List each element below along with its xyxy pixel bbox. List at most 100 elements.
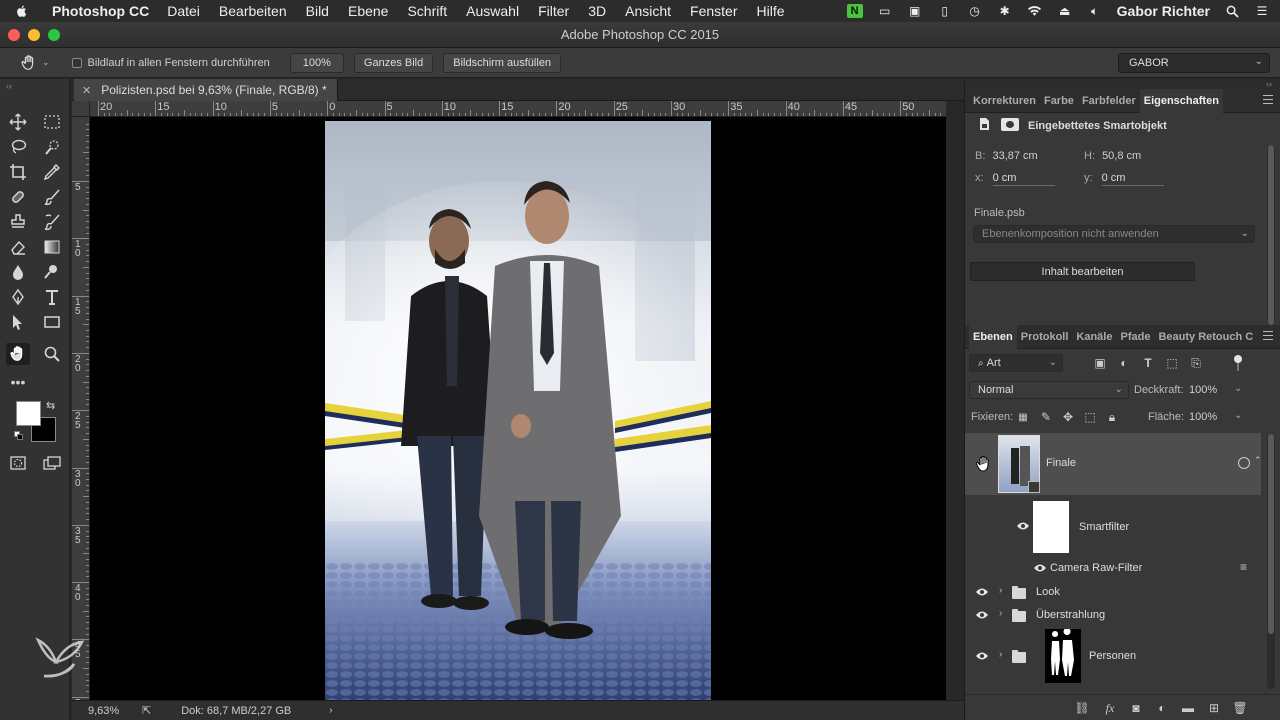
menu-ebene[interactable]: Ebene [348, 3, 388, 19]
menu-bild[interactable]: Bild [306, 3, 329, 19]
notification-center-icon[interactable]: ☰ [1254, 4, 1270, 18]
filter-pixel-icon[interactable]: ▣ [1092, 355, 1108, 371]
lock-all-icon[interactable]: 🔒︎ [1104, 409, 1120, 425]
crop-tool-icon[interactable] [6, 161, 30, 183]
minimize-window-button[interactable] [28, 29, 40, 41]
history-brush-tool-icon[interactable] [40, 211, 64, 233]
filter-toggle-switch[interactable] [1234, 355, 1242, 371]
eject-icon[interactable]: ⏏ [1057, 4, 1073, 18]
fill-screen-button[interactable]: Bildschirm ausfüllen [443, 52, 562, 73]
tab-ebenen[interactable]: Ebenen [969, 324, 1017, 349]
blur-tool-icon[interactable] [6, 261, 30, 283]
healing-brush-tool-icon[interactable] [6, 186, 30, 208]
personen-mask-thumbnail[interactable] [1045, 628, 1081, 683]
smart-filter-indicator-icon[interactable] [1238, 457, 1250, 469]
edit-contents-button[interactable]: Inhalt bearbeiten [970, 262, 1195, 281]
pen-tool-icon[interactable] [6, 286, 30, 308]
layer-filter-kind-select[interactable]: ⌕ Art ⌄ [969, 354, 1063, 372]
collapse-toolbar-icon[interactable]: ‹‹ [6, 81, 12, 91]
vertical-ruler[interactable]: 51 01 52 02 53 03 54 04 55 [72, 117, 90, 700]
filter-shape-icon[interactable]: ⬚ [1164, 355, 1180, 371]
clone-stamp-tool-icon[interactable] [6, 211, 30, 233]
eraser-tool-icon[interactable] [6, 236, 30, 258]
quick-mask-icon[interactable] [6, 452, 30, 474]
dodge-tool-icon[interactable] [40, 261, 64, 283]
y-position-field[interactable]: y: 0 cm [1084, 172, 1164, 186]
fx-icon[interactable]: fx [1102, 700, 1118, 716]
bluetooth-icon[interactable]: ✱ [997, 4, 1013, 18]
new-group-icon[interactable]: ▬ [1180, 700, 1196, 716]
filter-smart-object-icon[interactable]: ⎘ [1188, 355, 1204, 371]
lock-artboard-icon[interactable]: ⬚ [1082, 409, 1098, 425]
move-tool-icon[interactable] [6, 111, 30, 133]
tab-protokoll[interactable]: Protokoll [1017, 325, 1073, 349]
eyedropper-tool-icon[interactable] [40, 161, 64, 183]
volume-icon[interactable]: 🔈︎ [1087, 4, 1103, 18]
status-app-icon[interactable]: N [846, 4, 863, 18]
visibility-eye-icon[interactable] [1033, 563, 1047, 573]
expand-group-icon[interactable]: › [999, 649, 1002, 660]
y-position-value[interactable]: 0 cm [1101, 172, 1164, 186]
layer-name[interactable]: Look [1036, 586, 1060, 598]
swap-colors-icon[interactable]: ⇆ [46, 399, 55, 412]
properties-scrollbar[interactable] [1267, 145, 1275, 325]
close-window-button[interactable] [8, 29, 20, 41]
gradient-tool-icon[interactable] [40, 236, 64, 258]
menu-datei[interactable]: Datei [167, 3, 200, 19]
fill-value[interactable]: 100% [1189, 411, 1217, 423]
airplay-icon[interactable]: ▣ [907, 4, 923, 18]
zoom-window-button[interactable] [48, 29, 60, 41]
type-tool-icon[interactable] [40, 286, 64, 308]
app-menu[interactable]: Photoshop CC [52, 3, 149, 19]
close-document-icon[interactable]: ✕ [82, 84, 91, 97]
screen-mode-icon[interactable] [40, 452, 64, 474]
layer-name[interactable]: Smartfilter [1079, 521, 1129, 533]
layer-name[interactable]: Überstrahlung [1036, 609, 1105, 621]
layer-group-look[interactable]: › Look [965, 581, 1261, 603]
expand-group-icon[interactable]: › [999, 585, 1002, 596]
menu-bearbeiten[interactable]: Bearbeiten [219, 3, 287, 19]
menu-fenster[interactable]: Fenster [690, 3, 737, 19]
tab-kanaele[interactable]: Kanäle [1072, 325, 1116, 349]
layer-finale[interactable]: Finale ⌃ [965, 433, 1262, 495]
zoom-tool-icon[interactable] [40, 343, 64, 365]
status-menu-chevron-icon[interactable]: › [329, 705, 332, 716]
layers-scrollbar[interactable] [1267, 434, 1275, 689]
export-icon[interactable]: ⇱ [142, 704, 151, 717]
delete-layer-icon[interactable]: 🗑︎ [1232, 700, 1248, 716]
add-mask-icon[interactable]: ◙ [1128, 700, 1144, 716]
fit-screen-button[interactable]: Ganzes Bild [353, 52, 434, 73]
filter-options-icon[interactable]: ≡ [1240, 560, 1247, 574]
layer-smartfilter[interactable]: Smartfilter [965, 499, 1261, 555]
tab-beauty-retouch[interactable]: Beauty Retouch C [1154, 325, 1257, 349]
layers-panel-menu-icon[interactable] [1263, 331, 1273, 341]
height-field[interactable]: H: 50,8 cm [1084, 150, 1141, 162]
opacity-chevron-icon[interactable]: ⌄ [1234, 383, 1242, 394]
filter-adjustment-icon[interactable]: ◐ [1116, 355, 1132, 371]
visibility-eye-icon[interactable] [975, 587, 989, 597]
workspace-select[interactable]: GABOR ⌄ [1118, 53, 1270, 73]
x-position-field[interactable]: x: 0 cm [975, 172, 1055, 186]
tab-korrekturen[interactable]: Korrekturen [969, 89, 1040, 113]
ruler-origin[interactable] [72, 101, 90, 117]
layer-name[interactable]: Personen [1089, 650, 1136, 662]
zoom-100-button[interactable]: 100% [289, 52, 344, 73]
brush-tool-icon[interactable] [40, 186, 64, 208]
menu-hilfe[interactable]: Hilfe [757, 3, 785, 19]
tab-farbe[interactable]: Farbe [1040, 89, 1078, 113]
fill-chevron-icon[interactable]: ⌄ [1234, 410, 1242, 421]
scroll-all-windows-checkbox[interactable] [71, 57, 82, 68]
opacity-value[interactable]: 100% [1189, 384, 1217, 396]
zoom-level[interactable]: 9,63% [88, 705, 140, 717]
visibility-eye-icon[interactable] [975, 610, 989, 620]
width-field[interactable]: B: 33,87 cm [975, 150, 1038, 162]
hand-tool-icon[interactable] [6, 343, 30, 365]
filter-type-icon[interactable]: T [1140, 355, 1156, 371]
menu-schrift[interactable]: Schrift [407, 3, 447, 19]
layer-name[interactable]: Camera Raw-Filter [1050, 562, 1142, 574]
link-layers-icon[interactable]: ⛓︎ [1074, 700, 1090, 716]
horizontal-ruler[interactable]: 20 15 10 5 0 5 10 15 20 25 30 35 40 45 50 [90, 101, 946, 117]
document-canvas[interactable] [90, 117, 946, 700]
lock-transparency-icon[interactable]: ▦ [1015, 409, 1031, 425]
quick-selection-tool-icon[interactable] [40, 136, 64, 158]
